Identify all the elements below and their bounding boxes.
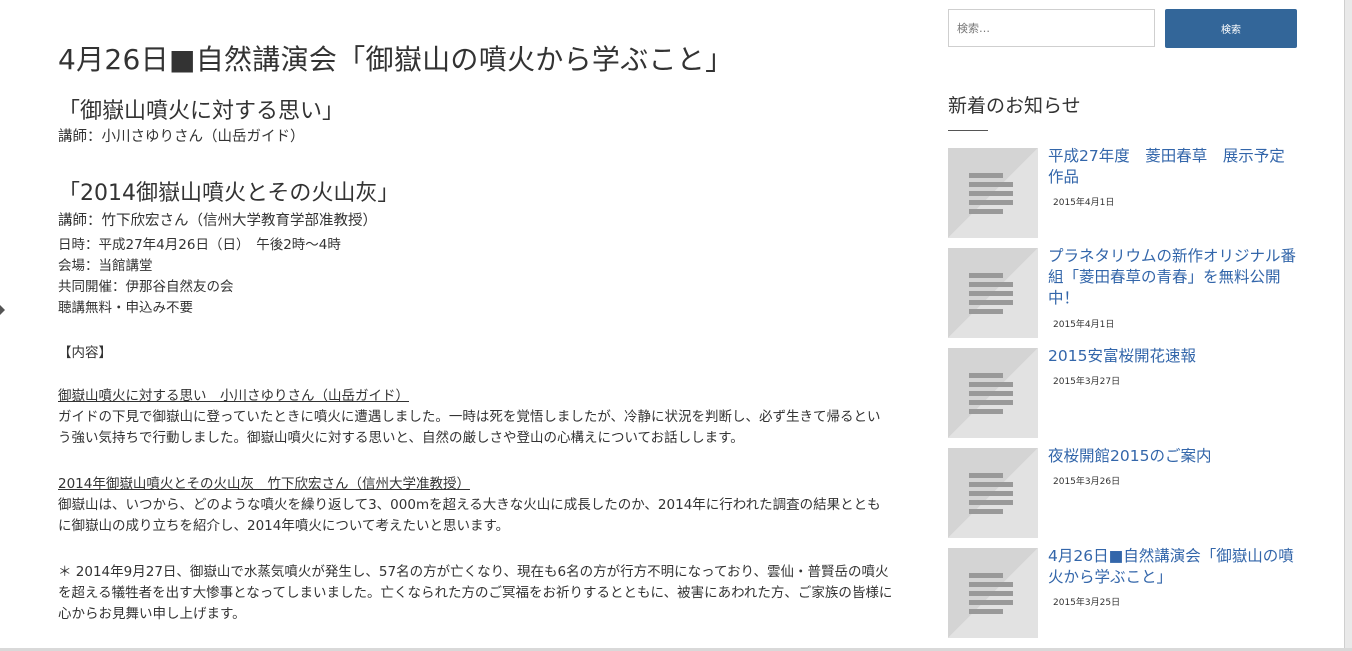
content-heading: 【内容】 <box>58 345 112 361</box>
recent-post-link[interactable]: 2015安富桜開花速報 <box>1048 346 1298 367</box>
section1-body: ガイドの下見で御嶽山に登っていたときに噴火に遭遇しました。一時は死を覚悟しました… <box>58 409 881 446</box>
placeholder-thumbnail-icon[interactable] <box>948 248 1038 338</box>
lecture1-speaker: 講師：小川さゆりさん（山岳ガイド） <box>58 129 305 145</box>
window-frame-right <box>1344 0 1352 651</box>
section2-body: 御嶽山は、いつから、どのような噴火を繰り返して3、000mを超える大きな火山に成… <box>58 497 881 534</box>
event-fee: 聴講無料・申込み不要 <box>58 300 193 316</box>
recent-post-item: 夜桜開館2015のご案内 2015年3月26日 <box>948 446 1298 538</box>
placeholder-thumbnail-icon[interactable] <box>948 548 1038 638</box>
recent-post-item: プラネタリウムの新作オリジナル番組「菱田春草の青春」を無料公開中！ 2015年4… <box>948 246 1298 338</box>
lecture2-speaker: 講師：竹下欣宏さん（信州大学教育学部准教授） <box>58 213 377 229</box>
search-button[interactable]: 検索 <box>1165 9 1297 48</box>
recent-post-link[interactable]: 平成27年度 菱田春草 展示予定作品 <box>1048 146 1298 188</box>
recent-post-date: 2015年4月1日 <box>1053 198 1115 208</box>
recent-post-date: 2015年4月1日 <box>1053 320 1115 330</box>
placeholder-thumbnail-icon[interactable] <box>948 148 1038 238</box>
event-datetime: 日時：平成27年4月26日（日） 午後2時～4時 <box>58 237 341 253</box>
recent-posts-title: 新着のお知らせ <box>948 95 1081 117</box>
recent-post-link[interactable]: プラネタリウムの新作オリジナル番組「菱田春草の青春」を無料公開中！ <box>1048 246 1298 309</box>
recent-post-date: 2015年3月27日 <box>1053 377 1121 387</box>
event-venue: 会場：当館講堂 <box>58 258 153 274</box>
event-info: 日時：平成27年4月26日（日） 午後2時～4時 会場：当館講堂 共同開催：伊那… <box>58 235 341 319</box>
page-title: 4月26日■自然講演会「御嶽山の噴火から学ぶこと」 <box>58 43 734 76</box>
recent-post-item: 平成27年度 菱田春草 展示予定作品 2015年4月1日 <box>948 146 1298 238</box>
recent-post-item: 2015安富桜開花速報 2015年3月27日 <box>948 346 1298 438</box>
lecture2-title: 「2014御嶽山噴火とその火山灰」 <box>58 181 400 206</box>
section2: 2014年御嶽山噴火とその火山灰 竹下欣宏さん（信州大学准教授） 御嶽山は、いつ… <box>58 474 893 537</box>
recent-post-item: 4月26日■自然講演会「御嶽山の噴火から学ぶこと」 2015年3月25日 <box>948 546 1298 638</box>
recent-post-date: 2015年3月26日 <box>1053 477 1121 487</box>
placeholder-thumbnail-icon[interactable] <box>948 448 1038 538</box>
search-input[interactable]: 検索… <box>948 9 1155 47</box>
lecture1-title: 「御嶽山噴火に対する思い」 <box>58 99 345 124</box>
memorial-note: ＊ 2014年9月27日、御嶽山で水蒸気噴火が発生し、57名の方が亡くなり、現在… <box>58 564 893 622</box>
title-divider <box>948 130 988 131</box>
section2-heading: 2014年御嶽山噴火とその火山灰 竹下欣宏さん（信州大学准教授） <box>58 476 470 492</box>
section1-heading: 御嶽山噴火に対する思い 小川さゆりさん（山岳ガイド） <box>58 388 409 404</box>
event-cohost: 共同開催：伊那谷自然友の会 <box>58 279 234 295</box>
scroll-arrow-icon[interactable] <box>0 305 5 315</box>
search-placeholder: 検索… <box>957 22 990 35</box>
section1: 御嶽山噴火に対する思い 小川さゆりさん（山岳ガイド） ガイドの下見で御嶽山に登っ… <box>58 386 893 449</box>
placeholder-thumbnail-icon[interactable] <box>948 348 1038 438</box>
recent-post-link[interactable]: 夜桜開館2015のご案内 <box>1048 446 1298 467</box>
recent-post-link[interactable]: 4月26日■自然講演会「御嶽山の噴火から学ぶこと」 <box>1048 546 1298 588</box>
recent-post-date: 2015年3月25日 <box>1053 598 1121 608</box>
